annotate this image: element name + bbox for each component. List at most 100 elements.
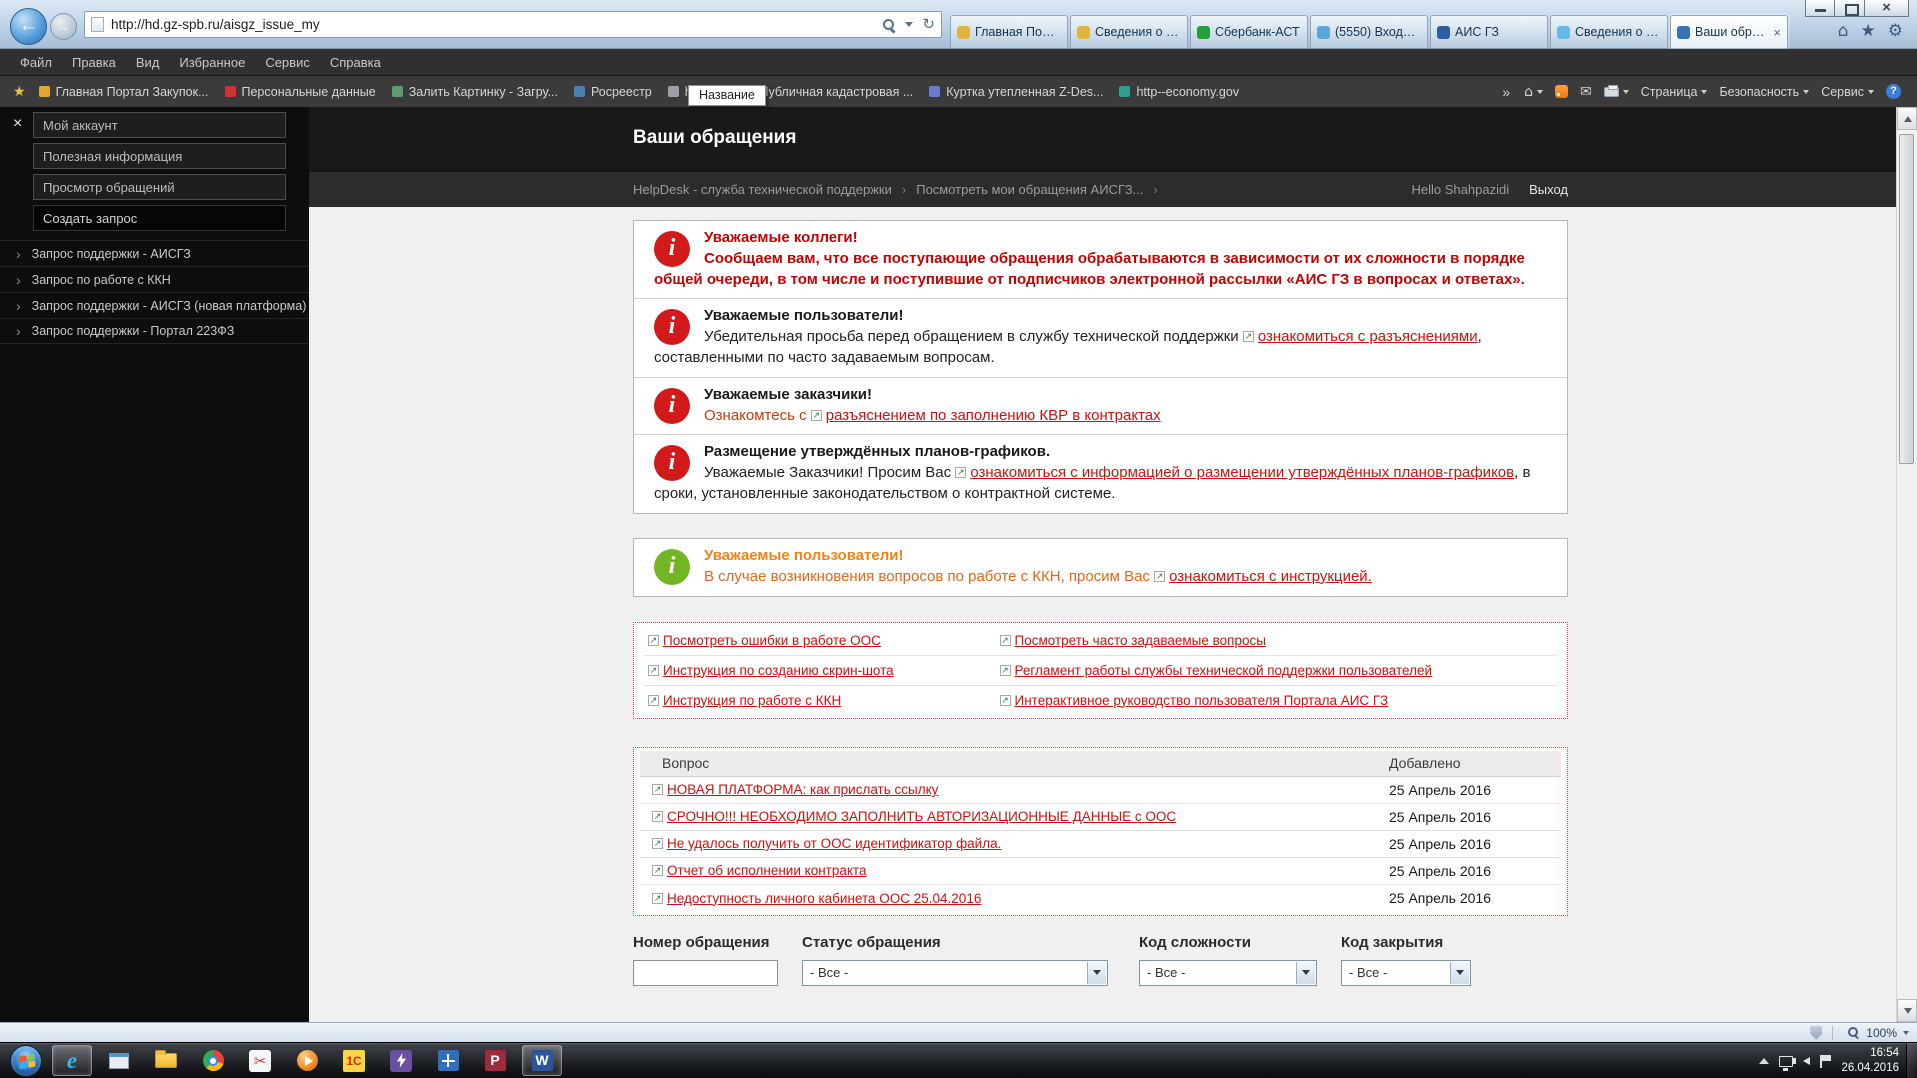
browser-tab[interactable]: Сведения о гос... xyxy=(1550,15,1668,48)
question-link[interactable]: СРОЧНО!!! НЕОБХОДИМО ЗАПОЛНИТЬ АВТОРИЗАЦ… xyxy=(652,809,1176,824)
taskbar-snipping-tool-icon[interactable] xyxy=(240,1045,280,1076)
status-select[interactable]: - Все - xyxy=(802,959,1108,986)
question-link[interactable]: НОВАЯ ПЛАТФОРМА: как прислать ссылку xyxy=(652,782,938,797)
close-window-button[interactable] xyxy=(1865,0,1909,17)
taskbar-media-player-icon[interactable] xyxy=(287,1045,327,1076)
add-favorite-star-icon[interactable]: ★ xyxy=(8,84,31,100)
browser-tab[interactable]: Сбербанк-АСТ xyxy=(1190,15,1308,48)
quick-link[interactable]: Инструкция по созданию скрин-шота xyxy=(648,663,894,678)
sidebar-item-kkn[interactable]: Запрос по работе с ККН xyxy=(0,266,309,292)
volume-icon[interactable] xyxy=(1792,1057,1811,1065)
browser-tab[interactable]: Сведения о зая... xyxy=(1070,15,1188,48)
quick-link[interactable]: Посмотреть ошибки в работе ООС xyxy=(648,633,881,648)
favorites-button[interactable]: ★ xyxy=(1861,23,1876,40)
sidebar-item-portal-223fz[interactable]: Запрос поддержки - Портал 223ФЗ xyxy=(0,318,309,344)
quick-link[interactable]: Инструкция по работе с ККН xyxy=(648,693,841,708)
menu-item-view[interactable]: Вид xyxy=(126,51,170,74)
favorite-item[interactable]: Куртка утепленная Z-Des... xyxy=(921,82,1111,102)
notice-link[interactable]: ознакомиться с инструкцией. xyxy=(1154,568,1372,585)
home-command-button[interactable]: ⌂ xyxy=(1518,82,1549,102)
menu-item-file[interactable]: Файл xyxy=(10,51,62,74)
question-link[interactable]: Отчет об исполнении контракта xyxy=(652,863,866,878)
taskbar-word-icon[interactable]: W xyxy=(522,1045,562,1076)
taskbar-ie-icon[interactable]: e xyxy=(52,1045,92,1076)
closing-select[interactable]: - Все - xyxy=(1341,959,1471,986)
select-dropdown-button[interactable] xyxy=(1087,961,1106,984)
sidebar-item-my-account[interactable]: Мой аккаунт xyxy=(33,112,286,138)
taskbar-p-app-icon[interactable]: P xyxy=(475,1045,515,1076)
taskbar-explorer-window-icon[interactable] xyxy=(99,1045,139,1076)
sidebar-close-icon[interactable] xyxy=(13,116,22,132)
taskbar-1c-icon[interactable]: 1С xyxy=(334,1045,374,1076)
notice-link[interactable]: разъяснением по заполнению КВР в контрак… xyxy=(810,407,1161,424)
menu-item-favorites[interactable]: Избранное xyxy=(169,51,255,74)
home-button[interactable]: ⌂ xyxy=(1838,23,1849,40)
sidebar-item-aisgz-new-platform[interactable]: Запрос поддержки - АИСГЗ (новая платформ… xyxy=(0,292,309,318)
show-desktop-button[interactable] xyxy=(1906,1043,1917,1078)
favorite-item[interactable]: http--economy.gov xyxy=(1111,82,1247,102)
taskbar-grid-app-icon[interactable] xyxy=(428,1045,468,1076)
taskbar-chrome-icon[interactable] xyxy=(193,1045,233,1076)
taskbar-clock[interactable]: 16:54 26.04.2016 xyxy=(1841,1046,1899,1076)
menu-item-edit[interactable]: Правка xyxy=(62,51,126,74)
mail-button[interactable]: ✉ xyxy=(1574,82,1598,102)
menu-item-tools[interactable]: Сервис xyxy=(255,51,320,74)
network-icon[interactable] xyxy=(1779,1055,1794,1071)
url-dropdown-icon[interactable] xyxy=(905,22,914,27)
rss-button[interactable] xyxy=(1549,82,1574,101)
request-number-input[interactable] xyxy=(633,959,778,986)
favorite-item[interactable]: Главная Портал Закупок... xyxy=(31,82,217,102)
sidebar-item-view-requests[interactable]: Просмотр обращений xyxy=(33,174,286,200)
select-dropdown-button[interactable] xyxy=(1296,961,1315,984)
safety-menu-button[interactable]: Безопасность xyxy=(1713,82,1815,102)
logout-link[interactable]: Выход xyxy=(1529,182,1568,197)
search-icon[interactable] xyxy=(882,18,896,32)
select-dropdown-button[interactable] xyxy=(1450,961,1469,984)
action-center-flag-icon[interactable] xyxy=(1820,1054,1832,1068)
start-button[interactable] xyxy=(10,1045,42,1077)
help-button[interactable] xyxy=(1880,81,1907,102)
sidebar-item-support-aisgz[interactable]: Запрос поддержки - АИСГЗ xyxy=(0,240,309,266)
mail-icon: ✉ xyxy=(1580,83,1592,100)
complexity-select[interactable]: - Все - xyxy=(1139,959,1317,986)
quick-link[interactable]: Интерактивное руководство пользователя П… xyxy=(999,693,1388,708)
tab-close-icon[interactable] xyxy=(1773,26,1781,39)
minimize-button[interactable] xyxy=(1805,0,1835,17)
browser-tab-active[interactable]: Ваши обра... xyxy=(1670,15,1788,48)
vertical-scrollbar[interactable] xyxy=(1896,107,1917,1022)
forward-button[interactable]: → xyxy=(50,13,77,40)
refresh-icon[interactable]: ↻ xyxy=(922,17,935,32)
sidebar-item-useful-info[interactable]: Полезная информация xyxy=(33,143,286,169)
notice-link[interactable]: ознакомиться с информацией о размещении … xyxy=(955,464,1514,481)
hidden-icons-arrow[interactable] xyxy=(1759,1058,1770,1064)
quick-link[interactable]: Регламент работы службы технической подд… xyxy=(999,663,1432,678)
favorite-item[interactable]: Росреестр xyxy=(566,82,660,102)
tools-gear-button[interactable]: ⚙ xyxy=(1888,23,1903,40)
zoom-control[interactable]: 100% xyxy=(1810,1023,1909,1042)
back-button[interactable]: ← xyxy=(10,8,47,45)
menu-item-help[interactable]: Справка xyxy=(320,51,391,74)
taskbar-folder-icon[interactable] xyxy=(146,1045,186,1076)
favorites-overflow-chevron[interactable]: » xyxy=(1494,84,1518,100)
question-link[interactable]: Не удалось получить от ООС идентификатор… xyxy=(652,836,1001,851)
favorite-item[interactable]: Залить Картинку - Загру... xyxy=(384,82,566,102)
question-link[interactable]: Недоступность личного кабинета ООС 25.04… xyxy=(652,891,981,906)
favorite-item[interactable]: Персональные данные xyxy=(217,82,384,102)
scrollbar-down-button[interactable] xyxy=(1897,999,1917,1022)
taskbar-purple-app-icon[interactable] xyxy=(381,1045,421,1076)
browser-tab[interactable]: Главная Порта... xyxy=(950,15,1068,48)
breadcrumb-my-requests[interactable]: Посмотреть мои обращения АИСГЗ... xyxy=(916,182,1168,197)
scrollbar-thumb[interactable] xyxy=(1899,134,1914,464)
scrollbar-up-button[interactable] xyxy=(1897,107,1917,130)
browser-tab[interactable]: (5550) Входящи... xyxy=(1310,15,1428,48)
sidebar-item-create-request[interactable]: Создать запрос xyxy=(33,205,286,231)
page-menu-button[interactable]: Страница xyxy=(1635,82,1714,102)
print-button[interactable] xyxy=(1598,84,1635,100)
address-bar[interactable] xyxy=(111,17,883,32)
browser-tab[interactable]: АИС ГЗ xyxy=(1430,15,1548,48)
breadcrumb-helpdesk[interactable]: HelpDesk - служба технической поддержки xyxy=(633,182,916,197)
quick-link[interactable]: Посмотреть часто задаваемые вопросы xyxy=(999,633,1266,648)
notice-link[interactable]: ознакомиться с разъяснениями xyxy=(1242,328,1478,345)
tools-menu-button[interactable]: Сервис xyxy=(1815,82,1880,102)
restore-button[interactable] xyxy=(1835,0,1865,17)
